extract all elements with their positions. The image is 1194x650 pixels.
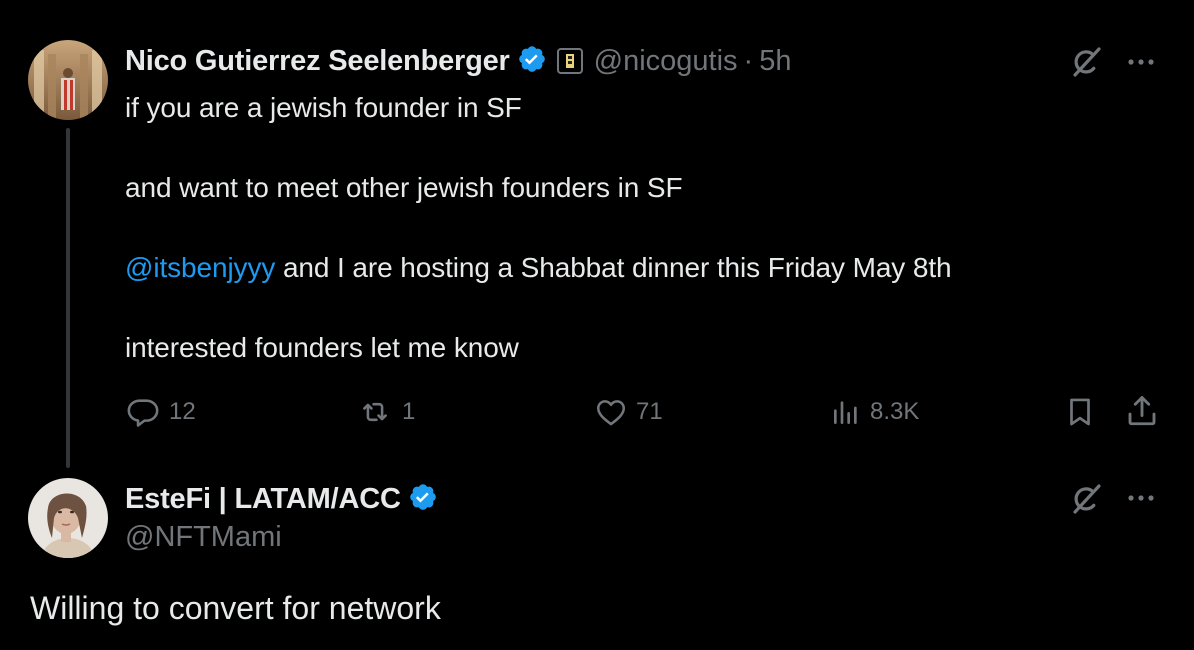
verified-badge-icon[interactable] [517, 44, 547, 79]
author-handle[interactable]: @nicogutis [594, 45, 738, 78]
reply-header: EsteFi | LATAM/ACC [125, 481, 438, 517]
reply-text: Willing to convert for network [30, 590, 441, 626]
grok-icon[interactable] [1068, 44, 1104, 80]
header-separator: · [743, 44, 754, 77]
like-icon [596, 400, 626, 426]
tweet-text-line-1: if you are a jewish founder in SF [125, 92, 522, 123]
tweet-header: Nico Gutierrez Seelenberger @nicogutis ·… [125, 43, 791, 79]
share-icon[interactable] [1124, 393, 1160, 434]
grok-icon[interactable] [1068, 481, 1104, 517]
tweet-text-line-2: and want to meet other jewish founders i… [125, 172, 683, 203]
tweet-text-line-3-rest: and I are hosting a Shabbat dinner this … [275, 252, 952, 283]
reply-count: 12 [169, 398, 196, 425]
thread-connector [66, 128, 70, 468]
views-icon [834, 401, 857, 424]
repost-count: 1 [402, 398, 416, 425]
views-button[interactable]: 8.3K [830, 395, 919, 429]
like-count: 71 [636, 398, 663, 425]
more-icon[interactable] [1126, 55, 1158, 69]
mention-link[interactable]: @itsbenjyyy [125, 252, 275, 283]
reply-button[interactable]: 12 [125, 395, 196, 429]
author-avatar[interactable] [28, 40, 108, 120]
tweet-text-line-4: interested founders let me know [125, 332, 519, 363]
affiliate-badge-icon[interactable] [556, 48, 583, 74]
verified-badge-icon[interactable] [408, 482, 438, 517]
repost-button[interactable]: 1 [356, 395, 415, 429]
tweet-text-line-3: @itsbenjyyy and I are hosting a Shabbat … [125, 252, 952, 284]
reply-author-avatar[interactable] [28, 478, 108, 558]
more-icon[interactable] [1126, 491, 1158, 505]
views-count: 8.3K [870, 398, 920, 425]
reply-author-handle[interactable]: @NFTMami [125, 521, 282, 554]
author-name[interactable]: Nico Gutierrez Seelenberger [125, 45, 510, 78]
bookmark-icon[interactable] [1063, 394, 1097, 435]
repost-icon [363, 402, 387, 422]
like-button[interactable]: 71 [594, 395, 663, 429]
reply-icon [127, 399, 159, 427]
reply-author-name[interactable]: EsteFi | LATAM/ACC [125, 483, 401, 516]
tweet-timestamp[interactable]: 5h [759, 45, 791, 78]
